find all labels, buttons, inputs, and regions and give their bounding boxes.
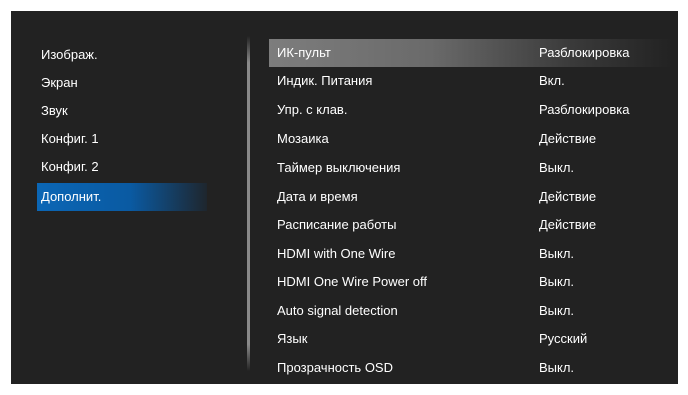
setting-value: Вкл. bbox=[539, 73, 565, 88]
settings-row-keypad-control[interactable]: Упр. с клав. Разблокировка bbox=[269, 96, 673, 124]
setting-value: Выкл. bbox=[539, 303, 575, 318]
setting-label: ИК-пульт bbox=[277, 45, 331, 60]
menu-item-config-1[interactable]: Конфиг. 1 bbox=[37, 125, 207, 153]
settings-row-hdmi-one-wire[interactable]: HDMI with One Wire Выкл. bbox=[269, 240, 673, 268]
setting-value: Выкл. bbox=[539, 246, 575, 261]
settings-row-schedule[interactable]: Расписание работы Действие bbox=[269, 211, 673, 239]
setting-value: Разблокировка bbox=[539, 102, 630, 117]
setting-label: Язык bbox=[277, 331, 308, 346]
setting-value: Выкл. bbox=[539, 360, 575, 375]
setting-label: Индик. Питания bbox=[277, 73, 373, 88]
menu-item-screen[interactable]: Экран bbox=[37, 69, 207, 97]
setting-label: HDMI One Wire Power off bbox=[277, 274, 428, 289]
setting-value: Действие bbox=[539, 189, 597, 204]
settings-row-date-time[interactable]: Дата и время Действие bbox=[269, 183, 673, 211]
menu-item-sound[interactable]: Звук bbox=[37, 97, 207, 125]
setting-label: Расписание работы bbox=[277, 217, 397, 232]
settings-row-auto-signal-detection[interactable]: Auto signal detection Выкл. bbox=[269, 297, 673, 325]
menu-item-config-2[interactable]: Конфиг. 2 bbox=[37, 153, 207, 181]
settings-row-ir-remote[interactable]: ИК-пульт Разблокировка bbox=[269, 39, 673, 67]
setting-label: Прозрачность OSD bbox=[277, 360, 393, 375]
setting-value: Выкл. bbox=[539, 274, 575, 289]
setting-label: Дата и время bbox=[277, 189, 358, 204]
menu-item-picture[interactable]: Изображ. bbox=[37, 41, 207, 69]
setting-label: Мозаика bbox=[277, 131, 329, 146]
left-menu: Изображ. Экран Звук Конфиг. 1 Конфиг. 2 … bbox=[11, 11, 211, 384]
menu-divider bbox=[247, 36, 250, 371]
settings-row-tiling[interactable]: Мозаика Действие bbox=[269, 125, 673, 153]
setting-value: Действие bbox=[539, 131, 597, 146]
settings-row-hdmi-one-wire-power-off[interactable]: HDMI One Wire Power off Выкл. bbox=[269, 268, 673, 296]
menu-item-advanced[interactable]: Дополнит. bbox=[37, 183, 207, 211]
settings-row-osd-transparency[interactable]: Прозрачность OSD Выкл. bbox=[269, 354, 673, 382]
setting-label: Таймер выключения bbox=[277, 160, 401, 175]
osd-menu-panel: Изображ. Экран Звук Конфиг. 1 Конфиг. 2 … bbox=[11, 11, 678, 384]
setting-label: HDMI with One Wire bbox=[277, 246, 396, 261]
settings-row-power-led[interactable]: Индик. Питания Вкл. bbox=[269, 67, 673, 95]
setting-label: Auto signal detection bbox=[277, 303, 398, 318]
setting-value: Русский bbox=[539, 331, 588, 346]
setting-value: Действие bbox=[539, 217, 597, 232]
setting-label: Упр. с клав. bbox=[277, 102, 348, 117]
setting-value: Разблокировка bbox=[539, 45, 630, 60]
settings-row-language[interactable]: Язык Русский bbox=[269, 325, 673, 353]
setting-value: Выкл. bbox=[539, 160, 575, 175]
settings-row-off-timer[interactable]: Таймер выключения Выкл. bbox=[269, 154, 673, 182]
